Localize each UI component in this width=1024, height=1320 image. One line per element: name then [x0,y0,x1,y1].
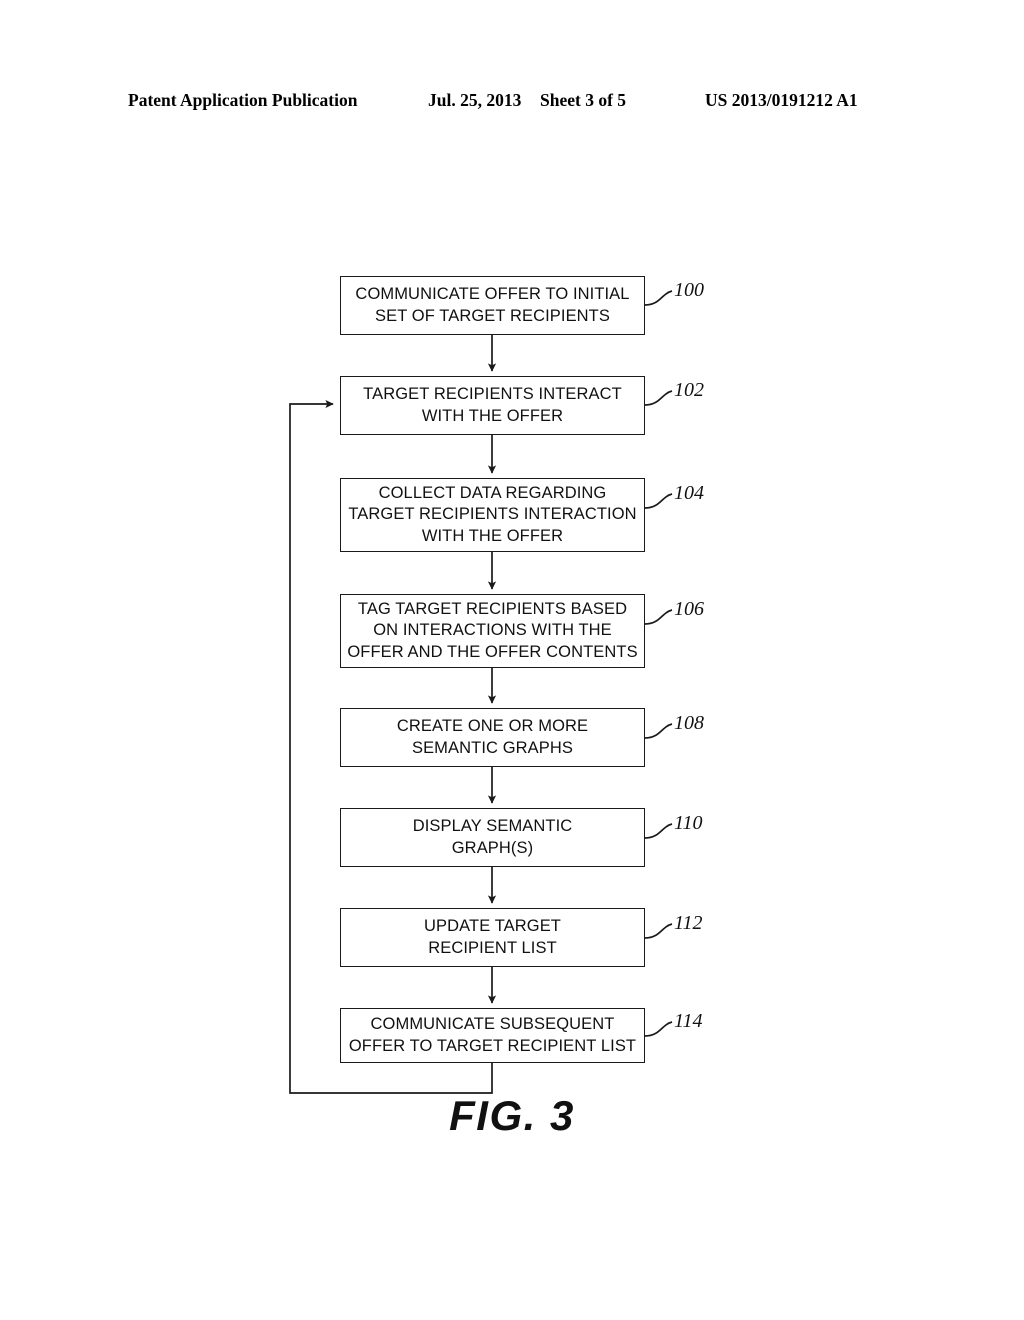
flow-box-102[interactable]: TARGET RECIPIENTS INTERACT WITH THE OFFE… [340,376,645,435]
ref-numeral-114: 114 [674,1010,703,1032]
leader-line-100 [644,290,673,306]
flow-box-100[interactable]: COMMUNICATE OFFER TO INITIAL SET OF TARG… [340,276,645,335]
flow-box-106-label: TAG TARGET RECIPIENTS BASED ON INTERACTI… [347,599,638,661]
flow-box-112[interactable]: UPDATE TARGET RECIPIENT LIST [340,908,645,967]
ref-numeral-100: 100 [674,279,704,301]
flow-box-104-label: COLLECT DATA REGARDING TARGET RECIPIENTS… [348,483,637,545]
flow-box-104[interactable]: COLLECT DATA REGARDING TARGET RECIPIENTS… [340,478,645,552]
ref-numeral-112: 112 [674,912,703,934]
ref-numeral-106: 106 [674,598,704,620]
flow-box-102-label: TARGET RECIPIENTS INTERACT WITH THE OFFE… [363,385,622,425]
flow-box-112-label: UPDATE TARGET RECIPIENT LIST [424,917,561,957]
flow-box-100-label: COMMUNICATE OFFER TO INITIAL SET OF TARG… [355,285,630,325]
leader-line-110 [644,823,673,839]
leader-line-112 [644,923,673,939]
flow-box-110-label: DISPLAY SEMANTIC GRAPH(S) [412,817,573,857]
patent-figure-3: COMMUNICATE OFFER TO INITIAL SET OF TARG… [0,0,1024,1320]
leader-line-108 [644,723,673,739]
figure-caption: FIG. 3 [449,1092,575,1139]
ref-numeral-102: 102 [674,379,704,401]
ref-numeral-110: 110 [674,812,703,834]
flow-box-114[interactable]: COMMUNICATE SUBSEQUENT OFFER TO TARGET R… [340,1008,645,1063]
flow-box-106[interactable]: TAG TARGET RECIPIENTS BASED ON INTERACTI… [340,594,645,668]
ref-numeral-104: 104 [674,482,704,504]
ref-numeral-108: 108 [674,712,704,734]
flow-box-110[interactable]: DISPLAY SEMANTIC GRAPH(S) [340,808,645,867]
leader-line-106 [644,609,673,625]
flow-box-108-label: CREATE ONE OR MORE SEMANTIC GRAPHS [396,717,589,757]
leader-line-102 [644,390,673,406]
flow-box-114-label: COMMUNICATE SUBSEQUENT OFFER TO TARGET R… [348,1015,637,1055]
flow-box-108[interactable]: CREATE ONE OR MORE SEMANTIC GRAPHS [340,708,645,767]
leader-line-104 [644,493,673,509]
leader-line-114 [644,1021,673,1037]
